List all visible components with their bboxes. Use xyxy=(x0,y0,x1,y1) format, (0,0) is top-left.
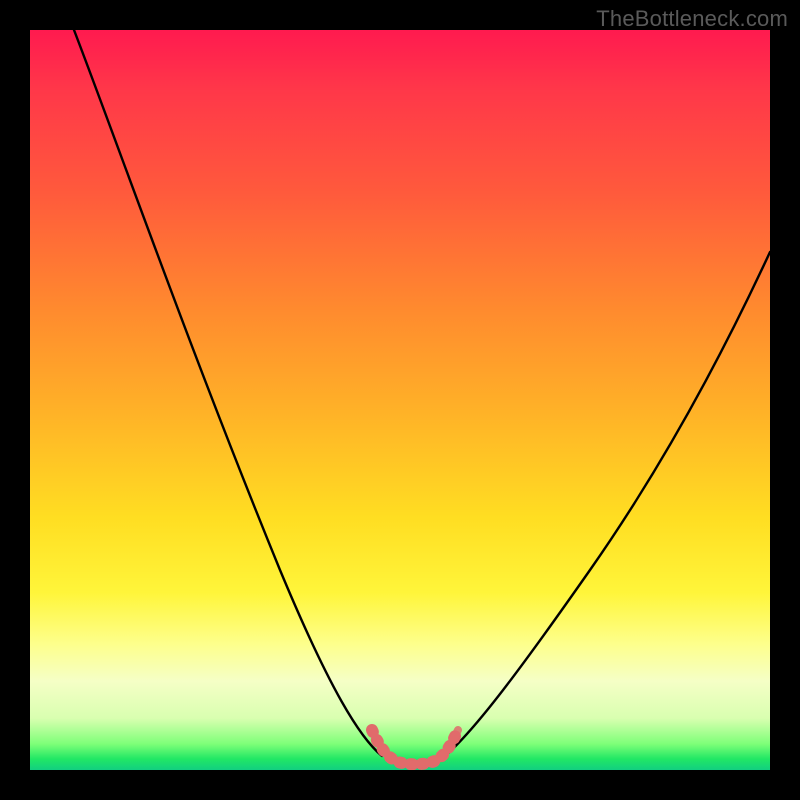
curve-left-branch xyxy=(74,30,382,756)
curve-layer xyxy=(30,30,770,770)
plot-area xyxy=(30,30,770,770)
curve-right-branch xyxy=(445,252,770,756)
chart-frame: TheBottleneck.com xyxy=(0,0,800,800)
watermark-text: TheBottleneck.com xyxy=(596,6,788,32)
